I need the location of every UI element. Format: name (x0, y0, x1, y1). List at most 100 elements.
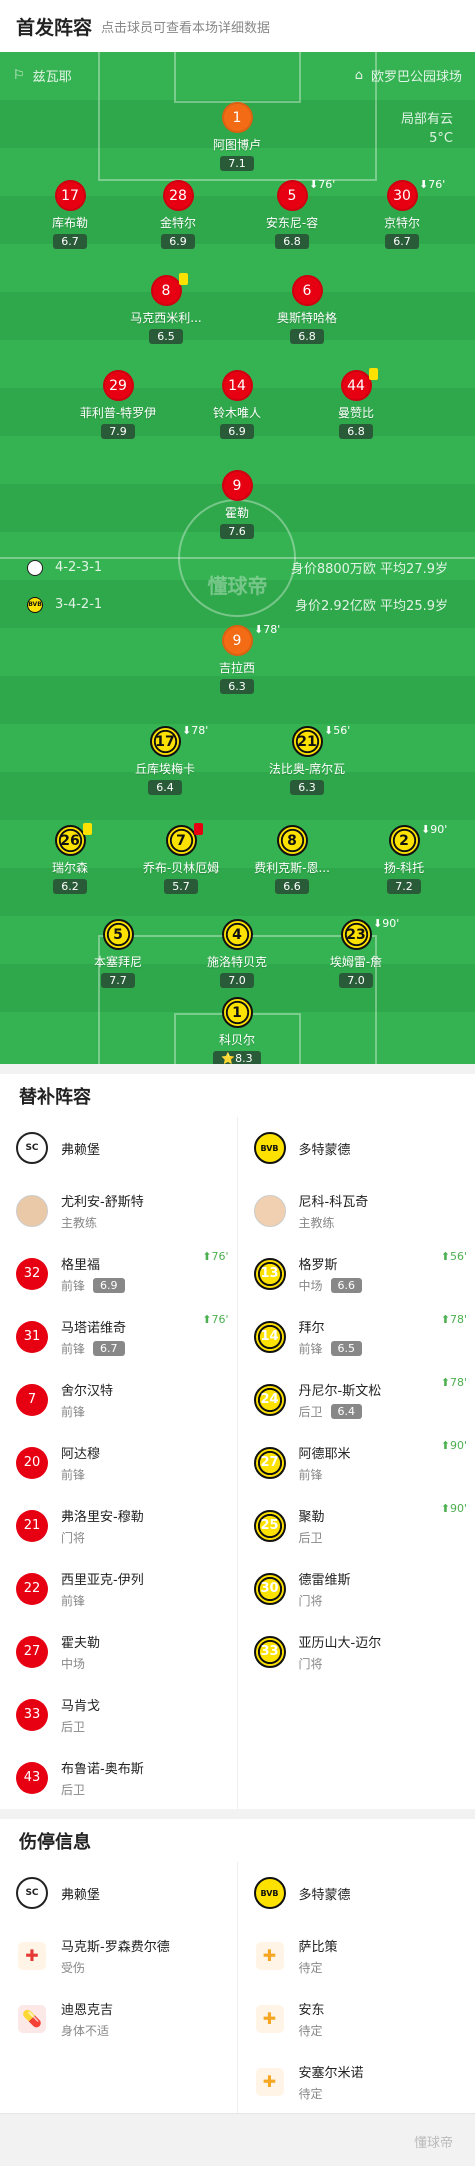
home-injury-list: ✚ 马克斯-罗森费尔德 受伤 💊 迪恩克吉 身体不适 (0, 1924, 237, 2050)
injury-row[interactable]: ✚ 马克斯-罗森费尔德 受伤 (0, 1924, 237, 1987)
player-name: 德雷维斯 (298, 1572, 351, 1588)
injury-row[interactable]: 💊 迪恩克吉 身体不适 (0, 1987, 237, 2050)
sub-on-icon: ⬆76' (202, 1250, 229, 1263)
away-player[interactable]: 9 吉拉西 6.3 ⬇78' (182, 623, 292, 694)
shirt-number: 2 (388, 825, 420, 856)
sub-off-icon: ⬇56' (324, 724, 351, 737)
player-name: 格里福 (61, 1257, 101, 1273)
sub-row[interactable]: 21 弗洛里安-穆勒 门将 (0, 1494, 237, 1557)
player-rating: 7.1 (220, 156, 254, 171)
home-coach-row[interactable]: 尤利安-舒斯特 主教练 (0, 1179, 237, 1242)
player-name: 科贝尔 (218, 1033, 255, 1047)
player-rating: 7.9 (101, 424, 135, 439)
home-subs-column: SC 弗赖堡 尤利安-舒斯特 主教练 32 格里福 前锋 6.9 ⬆76' 31 马塔诺维奇… (0, 1117, 238, 1809)
shirt-number: 21 (291, 726, 323, 757)
sub-row[interactable]: 32 格里福 前锋 6.9 ⬆76' (0, 1242, 237, 1305)
player-name: 瑞尔森 (51, 861, 88, 875)
sub-on-icon: ⬆78' (440, 1376, 467, 1389)
player-name: 埃姆雷-詹 (329, 955, 383, 969)
coach-avatar (16, 1194, 48, 1227)
sub-row[interactable]: 13 格罗斯 中场 6.6 ⬆56' (238, 1242, 475, 1305)
player-name: 库布勒 (51, 216, 88, 230)
home-player[interactable]: 9 霍勒 7.6 (182, 470, 292, 539)
weather-text: 局部有云 (400, 112, 453, 127)
home-team-row[interactable]: SC 弗赖堡 (0, 1862, 237, 1924)
injury-status: 待定 (298, 2023, 323, 2038)
player-rating: 6.2 (53, 879, 87, 894)
sub-row[interactable]: 22 西里亚克-伊列 前锋 (0, 1557, 237, 1620)
away-player[interactable]: 17 丘库埃梅卡 6.4 ⬇78' (110, 724, 220, 795)
first-aid-icon: ✚ (18, 1941, 46, 1970)
card-icon (369, 368, 378, 380)
injury-row[interactable]: ✚ 安塞尔米诺 待定 (238, 2050, 475, 2113)
shirt-number: 33 (16, 1698, 48, 1731)
sub-row[interactable]: 25 聚勒 后卫 ⬆90' (238, 1494, 475, 1557)
home-player[interactable]: 28 金特尔 6.9 (123, 180, 233, 249)
home-squad-value: 身价8800万欧 平均27.9岁 (290, 562, 448, 577)
player-name: 马肯戈 (61, 1698, 101, 1714)
shirt-number: 14 (253, 1320, 286, 1353)
shirt-number: 8 (276, 825, 308, 856)
home-player[interactable]: 14 铃木唯人 6.9 (182, 370, 292, 439)
sub-on-icon: ⬆56' (440, 1250, 467, 1263)
sub-row[interactable]: 24 丹尼尔-斯文松 后卫 6.4 ⬆78' (238, 1368, 475, 1431)
away-team-row[interactable]: BVB 多特蒙德 (238, 1862, 475, 1924)
shirt-number: 14 (221, 370, 253, 401)
home-player[interactable]: 5 安东尼-容 6.8 ⬇76' (237, 178, 347, 249)
sub-row[interactable]: 7 舍尔汉特 前锋 (0, 1368, 237, 1431)
player-position: 后卫 (61, 1719, 86, 1734)
card-icon (179, 273, 188, 285)
player-name: 京特尔 (383, 216, 420, 230)
shirt-number: 7 (16, 1383, 48, 1416)
player-name: 萨比策 (298, 1939, 338, 1955)
sub-row[interactable]: 20 阿达穆 前锋 (0, 1431, 237, 1494)
player-rating: 6.5 (149, 329, 183, 344)
away-player[interactable]: 1 科贝尔 ⭐8.3 (182, 997, 292, 1064)
away-team-row[interactable]: BVB 多特蒙德 (238, 1117, 475, 1179)
injury-row[interactable]: ✚ 安东 待定 (238, 1987, 475, 2050)
sub-row[interactable]: 27 阿德耶米 前锋 ⬆90' (238, 1431, 475, 1494)
away-player[interactable]: 8 费利克斯-恩... 6.6 (237, 825, 347, 894)
sub-row[interactable]: 31 马塔诺维奇 前锋 6.7 ⬆76' (0, 1305, 237, 1368)
shirt-number: 32 (16, 1257, 48, 1290)
home-player[interactable]: 1 阿图博卢 7.1 (182, 102, 292, 171)
away-player[interactable]: 2 扬-科托 7.2 ⬇90' (349, 823, 459, 894)
player-name: 菲利普-特罗伊 (79, 406, 157, 420)
player-name: 布鲁诺-奥布斯 (61, 1761, 144, 1777)
player-name: 舍尔汉特 (61, 1383, 114, 1399)
sub-row[interactable]: 33 马肯戈后卫 (0, 1683, 237, 1746)
sub-row[interactable]: 43 布鲁诺-奥布斯 后卫 (0, 1746, 237, 1809)
injury-title: 伤停信息 (0, 1809, 475, 1862)
home-player[interactable]: 44 曼赞比 6.8 (301, 368, 411, 439)
shirt-number: 30 (386, 180, 418, 211)
away-player[interactable]: 21 法比奥-席尔瓦 6.3 ⬇56' (252, 724, 362, 795)
home-player[interactable]: 6 奥斯特哈格 6.8 (252, 275, 362, 344)
lineup-header: 首发阵容 点击球员可查看本场详细数据 (0, 0, 475, 52)
shirt-number: 21 (16, 1509, 48, 1542)
injury-row[interactable]: ✚ 萨比策 待定 (238, 1924, 475, 1987)
player-position: 中场 (298, 1278, 323, 1293)
away-coach-row[interactable]: 尼科-科瓦奇 主教练 (238, 1179, 475, 1242)
sub-row[interactable]: 30 德雷维斯 门将 (238, 1557, 475, 1620)
player-name: 本塞拜尼 (93, 955, 142, 969)
player-rating: 6.5 (330, 1340, 363, 1356)
pitch-team-bar: ⚐ 兹瓦耶 ⌂ 欧罗巴公园球场 (0, 66, 475, 85)
sub-row[interactable]: 27 霍夫勒 中场 (0, 1620, 237, 1683)
shirt-number: 13 (253, 1257, 286, 1290)
home-team-row[interactable]: SC 弗赖堡 (0, 1117, 237, 1179)
home-player[interactable]: 8 马克西米利... 6.5 (111, 273, 221, 344)
away-player[interactable]: 23 埃姆雷-詹 7.0 ⬇90' (301, 917, 411, 988)
shirt-number: 17 (54, 180, 86, 211)
sub-row[interactable]: 33 亚历山大-迈尔 门将 (238, 1620, 475, 1683)
player-position: 前锋 (298, 1467, 323, 1482)
sub-row[interactable]: 14 拜尔 前锋 6.5 ⬆78' (238, 1305, 475, 1368)
away-player[interactable]: 5 本塞拜尼 7.7 (63, 919, 173, 988)
away-player[interactable]: 7 乔布-贝林厄姆 5.7 (126, 823, 236, 894)
away-player[interactable]: 26 瑞尔森 6.2 (15, 823, 125, 894)
home-player[interactable]: 30 京特尔 6.7 ⬇76' (347, 178, 457, 249)
home-player[interactable]: 17 库布勒 6.7 (15, 180, 125, 249)
player-name: 乔布-贝林厄姆 (142, 861, 220, 875)
home-player[interactable]: 29 菲利普-特罗伊 7.9 (63, 370, 173, 439)
away-player[interactable]: 4 施洛特贝克 7.0 (182, 919, 292, 988)
player-position: 后卫 (298, 1404, 323, 1419)
